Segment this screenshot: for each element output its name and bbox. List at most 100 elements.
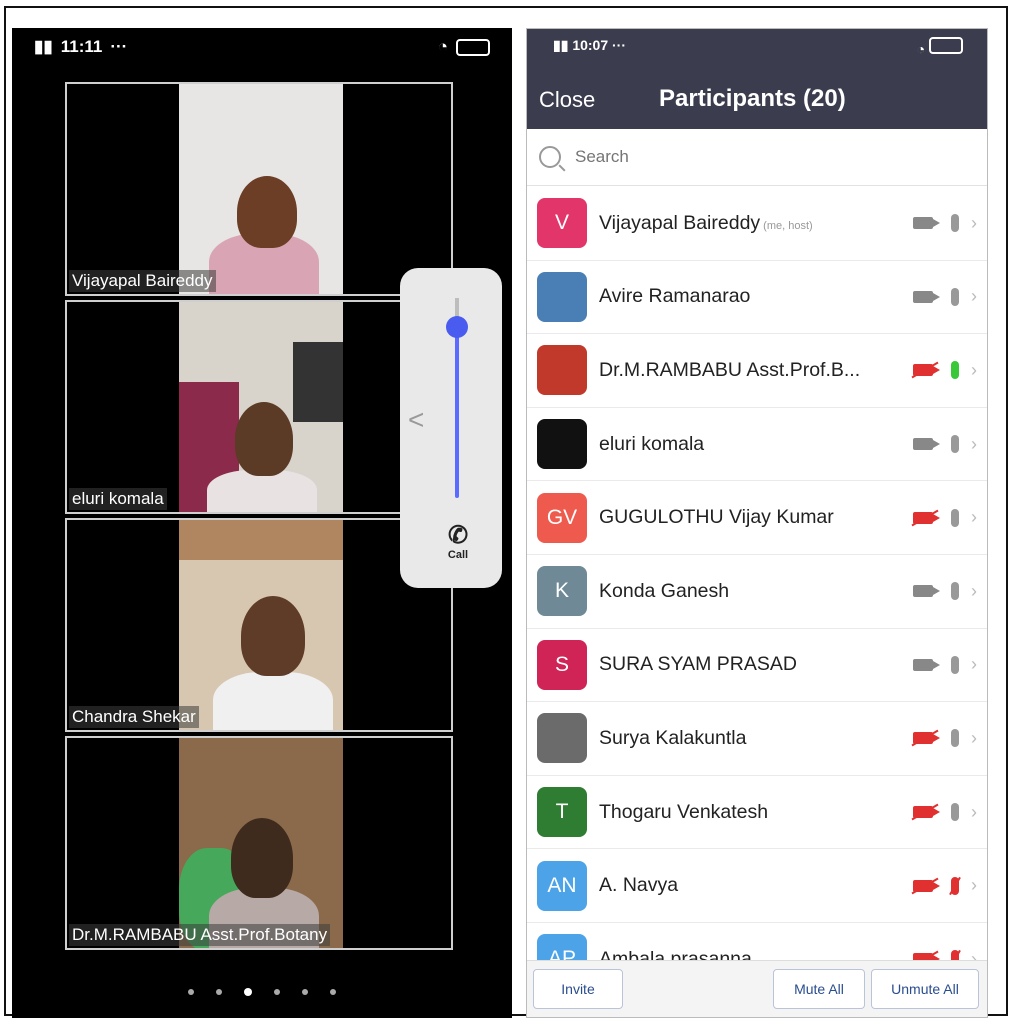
- mic-icon: [951, 508, 959, 527]
- page-dot[interactable]: [188, 989, 194, 995]
- chevron-right-icon[interactable]: ›: [971, 286, 977, 307]
- participant-name-label: Chandra Shekar: [69, 706, 199, 728]
- chevron-right-icon[interactable]: ›: [971, 802, 977, 823]
- mic-icon: [951, 214, 959, 233]
- avatar: K: [537, 566, 587, 617]
- page-dot-active[interactable]: [244, 988, 252, 996]
- chevron-right-icon[interactable]: ›: [971, 360, 977, 381]
- participant-row[interactable]: Dr.M.RAMBABU Asst.Prof.B... ›: [527, 334, 987, 408]
- page-dot[interactable]: [216, 989, 222, 995]
- mic-icon: [951, 729, 959, 748]
- video-feed: [179, 302, 343, 512]
- participant-row[interactable]: eluri komala ›: [527, 408, 987, 482]
- participant-name: Avire Ramanarao: [599, 285, 751, 308]
- video-gallery-screen: ▮▮ 11:11 ··· ◔ Vijayapal Baireddy eluri ko…: [12, 28, 512, 1018]
- participant-name-label: Vijayapal Baireddy: [69, 270, 216, 292]
- participant-name: Thogaru Venkatesh: [599, 800, 769, 823]
- floating-side-panel[interactable]: < ✆ Call: [400, 268, 502, 588]
- participant-name: Dr.M.RAMBABU Asst.Prof.B...: [599, 358, 861, 381]
- status-time: 10:07: [572, 37, 609, 53]
- participant-row[interactable]: V Vijayapal Baireddy (me, host) ›: [527, 187, 987, 261]
- chevron-right-icon[interactable]: ›: [971, 434, 977, 455]
- mic-icon: [951, 655, 959, 674]
- wifi-icon: ◔: [437, 37, 448, 56]
- participants-header: ▮▮ 10:07 ··· ◔ Close Participants (20): [527, 29, 987, 129]
- unmute-all-button[interactable]: Unmute All: [871, 969, 979, 1009]
- chevron-right-icon[interactable]: ›: [971, 581, 977, 602]
- video-off-icon: [913, 806, 940, 819]
- avatar: [537, 713, 587, 764]
- participant-row[interactable]: K Konda Ganesh ›: [527, 555, 987, 629]
- signal-icon: ▮▮: [34, 37, 53, 56]
- chevron-right-icon[interactable]: ›: [971, 213, 977, 234]
- participant-name-label: eluri komala: [69, 488, 167, 510]
- page-dot[interactable]: [274, 989, 280, 995]
- avatar: V: [537, 198, 587, 249]
- mic-muted-icon: [951, 876, 959, 895]
- avatar: [537, 419, 587, 470]
- page-indicator: [12, 988, 512, 996]
- chevron-right-icon[interactable]: ›: [971, 654, 977, 675]
- participant-row[interactable]: Surya Kalakuntla ›: [527, 702, 987, 776]
- participant-row[interactable]: S SURA SYAM PRASAD ›: [527, 629, 987, 703]
- close-button[interactable]: Close: [539, 87, 595, 113]
- bottom-toolbar: Invite Mute All Unmute All: [527, 960, 987, 1017]
- volume-slider-knob[interactable]: [446, 316, 468, 338]
- mute-all-button[interactable]: Mute All: [773, 969, 865, 1009]
- participant-name: GUGULOTHU Vijay Kumar: [599, 506, 834, 529]
- participant-name: SURA SYAM PRASAD: [599, 653, 797, 676]
- chevron-right-icon[interactable]: ›: [971, 728, 977, 749]
- status-bar: ▮▮ 11:11 ··· ◔: [34, 34, 490, 60]
- video-icon: [913, 438, 940, 451]
- battery-icon: [456, 38, 490, 56]
- participant-row[interactable]: GV GUGULOTHU Vijay Kumar ›: [527, 481, 987, 555]
- participant-row[interactable]: AN A. Navya ›: [527, 849, 987, 923]
- mic-icon: [951, 361, 959, 380]
- search-icon: [539, 146, 561, 168]
- video-off-icon: [913, 732, 940, 745]
- avatar: [537, 271, 587, 322]
- participant-row[interactable]: Avire Ramanarao ›: [527, 261, 987, 335]
- call-button[interactable]: ✆ Call: [440, 522, 476, 562]
- video-feed: [179, 520, 343, 730]
- video-icon: [913, 217, 940, 230]
- search-input[interactable]: [573, 146, 877, 168]
- avatar: T: [537, 787, 587, 838]
- participant-name: Konda Ganesh: [599, 579, 730, 602]
- video-tile[interactable]: eluri komala: [65, 300, 453, 514]
- chevron-right-icon[interactable]: ›: [971, 507, 977, 528]
- signal-icon: ▮▮: [553, 37, 573, 53]
- video-off-icon: [913, 511, 940, 524]
- page-dot[interactable]: [330, 989, 336, 995]
- video-off-icon: [913, 364, 940, 377]
- role-tag: (me, host): [763, 219, 813, 232]
- video-tile[interactable]: Vijayapal Baireddy: [65, 82, 453, 296]
- participant-name-label: Dr.M.RAMBABU Asst.Prof.Botany: [69, 924, 331, 946]
- phone-icon: ✆: [447, 522, 469, 549]
- video-feed: [179, 738, 343, 948]
- participant-name: eluri komala: [599, 432, 705, 455]
- page-dot[interactable]: [302, 989, 308, 995]
- mic-icon: [951, 435, 959, 454]
- video-tile[interactable]: Dr.M.RAMBABU Asst.Prof.Botany: [65, 736, 453, 950]
- video-tile[interactable]: Chandra Shekar: [65, 518, 453, 732]
- search-bar[interactable]: [527, 129, 987, 186]
- page-title: Participants (20): [659, 85, 846, 112]
- participant-row[interactable]: T Thogaru Venkatesh ›: [527, 776, 987, 850]
- avatar: GV: [537, 492, 587, 543]
- mic-icon: [951, 287, 959, 306]
- chevron-right-icon[interactable]: ›: [971, 875, 977, 896]
- status-bar: ▮▮ 10:07 ··· ◔: [553, 37, 963, 57]
- wifi-icon: ◔: [916, 41, 929, 57]
- avatar: [537, 345, 587, 396]
- avatar: S: [537, 639, 587, 690]
- video-icon: [913, 585, 940, 598]
- video-feed: [179, 84, 343, 294]
- participant-name: Surya Kalakuntla: [599, 726, 747, 749]
- more-icon: ···: [608, 37, 627, 53]
- video-icon: [913, 658, 940, 671]
- video-icon: [913, 290, 940, 303]
- participant-name: Vijayapal Baireddy: [599, 211, 761, 234]
- chevron-left-icon[interactable]: <: [408, 404, 424, 436]
- invite-button[interactable]: Invite: [533, 969, 623, 1009]
